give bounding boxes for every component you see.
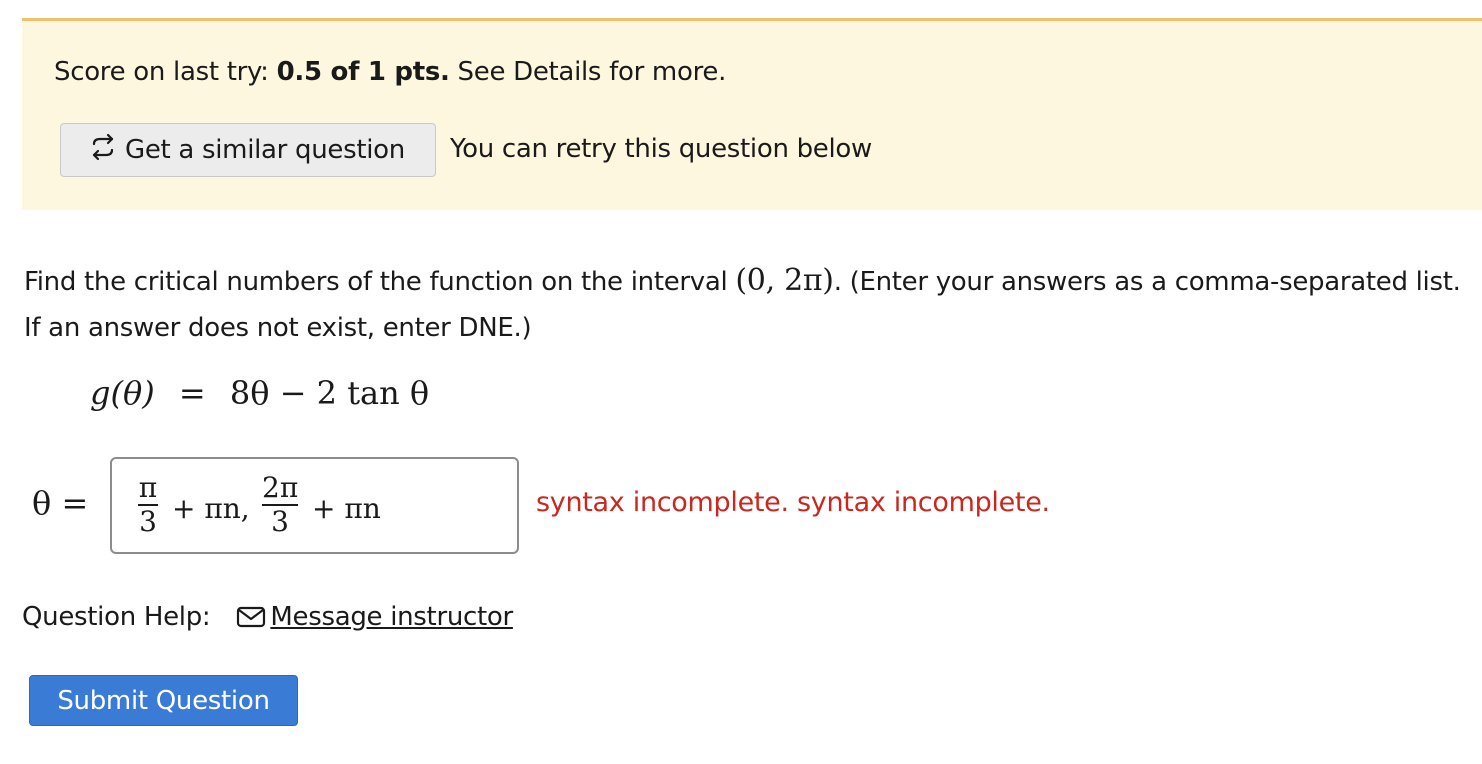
score-line: Score on last try: 0.5 of 1 pts. See Det… [54, 57, 726, 87]
syntax-error-message: syntax incomplete. syntax incomplete. [536, 487, 1050, 518]
submit-question-button[interactable]: Submit Question [29, 675, 298, 726]
score-suffix: See Details for more. [449, 57, 727, 87]
swap-arrows-icon [89, 133, 125, 168]
answer-input[interactable]: π 3 + πn, 2π 3 + πn [110, 457, 519, 554]
question-help-label: Question Help: [22, 602, 211, 632]
mail-icon [236, 605, 266, 629]
function-lhs: g(θ) [90, 374, 155, 412]
term2-rest: + πn [312, 492, 381, 525]
fraction-2pi-over-3: 2π 3 [262, 473, 298, 537]
prompt-before: Find the critical numbers of the functio… [24, 267, 736, 297]
fraction-denominator: 3 [139, 505, 157, 538]
similar-question-label: Get a similar question [125, 135, 405, 165]
question-help: Question Help: Message instructor [22, 602, 513, 632]
retry-text: You can retry this question below [450, 134, 872, 164]
score-prefix: Score on last try: [54, 57, 277, 87]
score-banner: Score on last try: 0.5 of 1 pts. See Det… [22, 18, 1482, 210]
question-prompt: Find the critical numbers of the functio… [24, 258, 1464, 351]
function-equals: = [178, 374, 206, 412]
message-instructor-link[interactable]: Message instructor [270, 602, 513, 632]
fraction-denominator: 3 [271, 505, 289, 538]
similar-question-button[interactable]: Get a similar question [60, 123, 436, 177]
function-rhs: 8θ − 2 tan θ [229, 374, 430, 412]
interval-math: (0, 2π) [735, 263, 834, 298]
term1-rest: + πn, [172, 492, 250, 525]
score-value: 0.5 of 1 pts. [276, 57, 450, 87]
function-formula: g(θ) = 8θ − 2 tan θ [90, 374, 429, 412]
fraction-numerator: 2π [262, 471, 299, 504]
answer-variable-label: θ = [32, 484, 89, 522]
fraction-pi-over-3: π 3 [138, 473, 158, 537]
fraction-numerator: π [138, 471, 158, 504]
